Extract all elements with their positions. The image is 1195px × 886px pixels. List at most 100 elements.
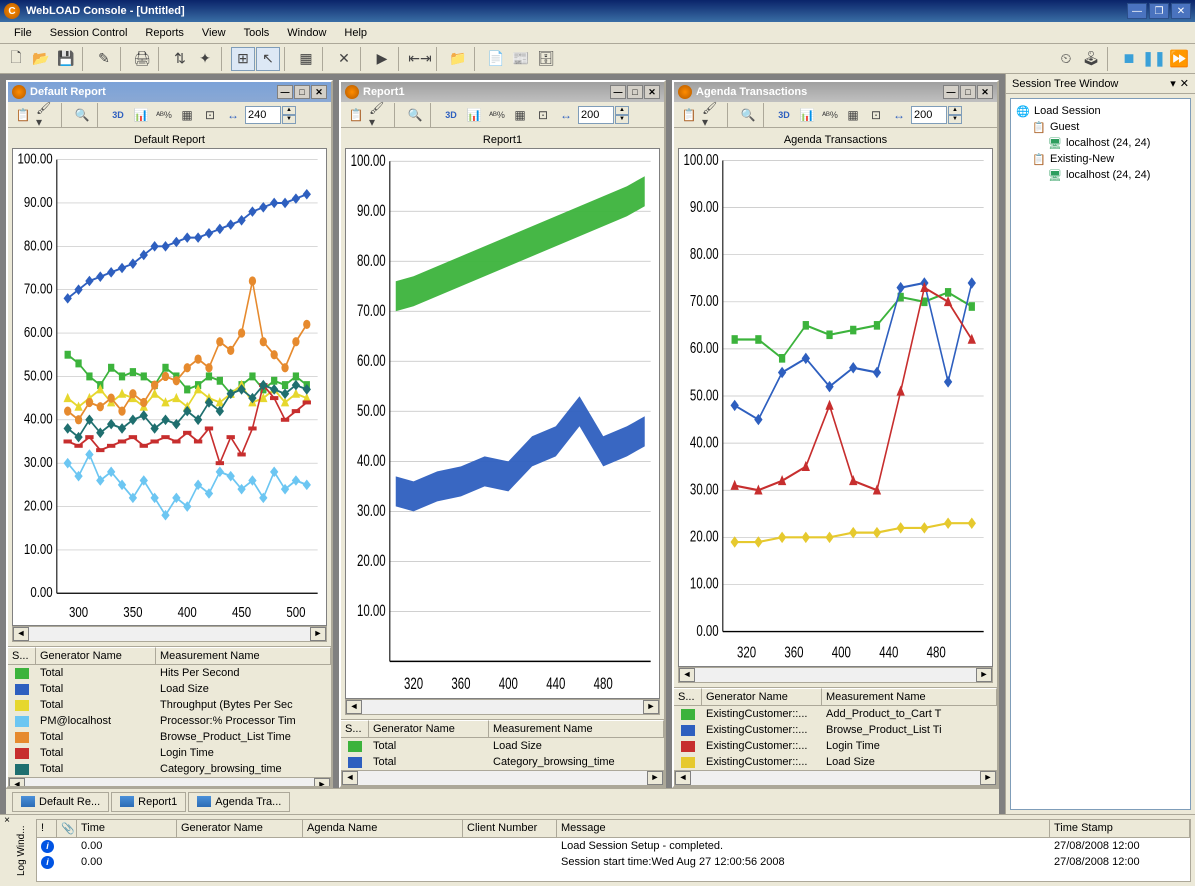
throttle-icon[interactable]: ⏲ (1054, 47, 1078, 71)
legend-row[interactable]: ExistingCustomer::...Load Size (674, 754, 997, 770)
menu-window[interactable]: Window (279, 25, 334, 41)
tree-host[interactable]: 🖥localhost (24, 24) (1015, 135, 1186, 151)
menu-tools[interactable]: Tools (236, 25, 278, 41)
tab-agenda-transactions[interactable]: Agenda Tra... (188, 792, 290, 812)
ff-icon[interactable]: ⏩ (1167, 47, 1191, 71)
restore-button[interactable]: ❐ (1149, 3, 1169, 19)
legend-row[interactable]: TotalBrowse_Product_List Time (8, 729, 331, 745)
grid-icon[interactable]: ▦ (842, 104, 864, 126)
goto-icon[interactable]: ⇤⇥ (408, 47, 432, 71)
legend-hscroll[interactable]: ◄► (341, 770, 664, 786)
legend-row[interactable]: ExistingCustomer::...Browse_Product_List… (674, 722, 997, 738)
legend-row[interactable]: TotalLoad Size (341, 738, 664, 754)
log-col-message[interactable]: Message (557, 820, 1050, 837)
print-icon[interactable]: 🖨 (130, 47, 154, 71)
width-icon[interactable]: ↔ (888, 104, 910, 126)
stop-icon[interactable]: ■ (1117, 47, 1141, 71)
log-col-timestamp[interactable]: Time Stamp (1050, 820, 1190, 837)
legend-row[interactable]: TotalLoad Size (8, 681, 331, 697)
joystick-icon[interactable]: 🕹 (1079, 47, 1103, 71)
chart-hscroll[interactable]: ◄► (12, 626, 327, 642)
grid-icon[interactable]: ▦ (509, 104, 531, 126)
bars-icon[interactable]: 📊 (130, 104, 152, 126)
legend-row[interactable]: ExistingCustomer::...Login Time (674, 738, 997, 754)
log-row[interactable]: i0.00Load Session Setup - completed.27/0… (37, 838, 1190, 854)
zoom-up-button[interactable]: ▲ (948, 106, 962, 115)
child-maximize-button[interactable]: □ (627, 85, 643, 99)
fit-icon[interactable]: ⊡ (199, 104, 221, 126)
percent-icon[interactable]: ᴬᴮ% (153, 104, 175, 126)
child-maximize-button[interactable]: □ (960, 85, 976, 99)
fit-icon[interactable]: ⊡ (532, 104, 554, 126)
tool2-icon[interactable]: ✦ (193, 47, 217, 71)
log-col-agenda[interactable]: Agenda Name (303, 820, 463, 837)
log-col-severity[interactable]: ! (37, 820, 57, 837)
legend-hscroll[interactable]: ◄► (674, 770, 997, 786)
legend-row[interactable]: TotalThroughput (Bytes Per Sec (8, 697, 331, 713)
legend-hscroll[interactable]: ◄► (8, 777, 331, 786)
zoom-up-button[interactable]: ▲ (282, 106, 296, 115)
close-button[interactable]: ✕ (1171, 3, 1191, 19)
zoom-up-button[interactable]: ▲ (615, 106, 629, 115)
cursor-icon[interactable]: ↖ (256, 47, 280, 71)
pause-icon[interactable]: ❚❚ (1142, 47, 1166, 71)
zoom-input[interactable] (245, 106, 281, 124)
tree-root[interactable]: 🌐Load Session (1015, 103, 1186, 119)
brush-icon[interactable]: 🖌▾ (701, 104, 723, 126)
copy-icon[interactable]: 📋 (345, 104, 367, 126)
folder-icon[interactable]: 📁 (446, 47, 470, 71)
brush-icon[interactable]: 🖌▾ (368, 104, 390, 126)
menu-reports[interactable]: Reports (137, 25, 192, 41)
menu-help[interactable]: Help (336, 25, 375, 41)
table-icon[interactable]: ▦ (294, 47, 318, 71)
new-icon[interactable]: 🗋 (4, 47, 28, 71)
zoom-icon[interactable]: 🔍 (404, 104, 426, 126)
tab-default-report[interactable]: Default Re... (12, 792, 109, 812)
legend-row[interactable]: ExistingCustomer::...Add_Product_to_Cart… (674, 706, 997, 722)
zoom-input[interactable] (911, 106, 947, 124)
legend-row[interactable]: TotalCategory_browsing_time (8, 761, 331, 777)
legend-row[interactable]: TotalHits Per Second (8, 665, 331, 681)
3d-icon[interactable]: 3D (107, 104, 129, 126)
percent-icon[interactable]: ᴬᴮ% (819, 104, 841, 126)
bars-icon[interactable]: 📊 (463, 104, 485, 126)
grid-icon[interactable]: ▦ (176, 104, 198, 126)
pin-icon[interactable]: ▾ (1170, 77, 1176, 90)
log-col-time[interactable]: Time (77, 820, 177, 837)
legend-col-swatch[interactable]: S... (8, 647, 36, 664)
zoom-down-button[interactable]: ▼ (282, 115, 296, 124)
delete-icon[interactable]: ✕ (332, 47, 356, 71)
tree-group-existing-new[interactable]: 📋Existing-New (1015, 151, 1186, 167)
zoom-icon[interactable]: 🔍 (737, 104, 759, 126)
legend-col-swatch[interactable]: S... (674, 688, 702, 705)
menu-view[interactable]: View (194, 25, 234, 41)
legend-col-measurement[interactable]: Measurement Name (489, 720, 664, 737)
legend-row[interactable]: PM@localhostProcessor:% Processor Tim (8, 713, 331, 729)
3d-icon[interactable]: 3D (773, 104, 795, 126)
width-icon[interactable]: ↔ (555, 104, 577, 126)
log-row[interactable]: i0.00Session start time:Wed Aug 27 12:00… (37, 854, 1190, 870)
legend-row[interactable]: TotalCategory_browsing_time (341, 754, 664, 770)
minimize-button[interactable]: — (1127, 3, 1147, 19)
play-icon[interactable]: ▶ (370, 47, 394, 71)
tool1-icon[interactable]: ⇅ (168, 47, 192, 71)
child-maximize-button[interactable]: □ (294, 85, 310, 99)
child-close-button[interactable]: ✕ (644, 85, 660, 99)
legend-row[interactable]: TotalLogin Time (8, 745, 331, 761)
panel-close-icon[interactable]: ✕ (1180, 77, 1189, 90)
chart-hscroll[interactable]: ◄► (345, 699, 660, 715)
doc1-icon[interactable]: 📄 (484, 47, 508, 71)
arrange-icon[interactable]: ⊞ (231, 47, 255, 71)
child-close-button[interactable]: ✕ (977, 85, 993, 99)
copy-icon[interactable]: 📋 (678, 104, 700, 126)
child-minimize-button[interactable]: — (610, 85, 626, 99)
legend-col-generator[interactable]: Generator Name (36, 647, 156, 664)
log-col-client[interactable]: Client Number (463, 820, 557, 837)
legend-col-swatch[interactable]: S... (341, 720, 369, 737)
session-tree[interactable]: 🌐Load Session 📋Guest 🖥localhost (24, 24)… (1010, 98, 1191, 810)
log-col-generator[interactable]: Generator Name (177, 820, 303, 837)
zoom-icon[interactable]: 🔍 (71, 104, 93, 126)
tree-host[interactable]: 🖥localhost (24, 24) (1015, 167, 1186, 183)
tree-group-guest[interactable]: 📋Guest (1015, 119, 1186, 135)
legend-col-measurement[interactable]: Measurement Name (822, 688, 997, 705)
